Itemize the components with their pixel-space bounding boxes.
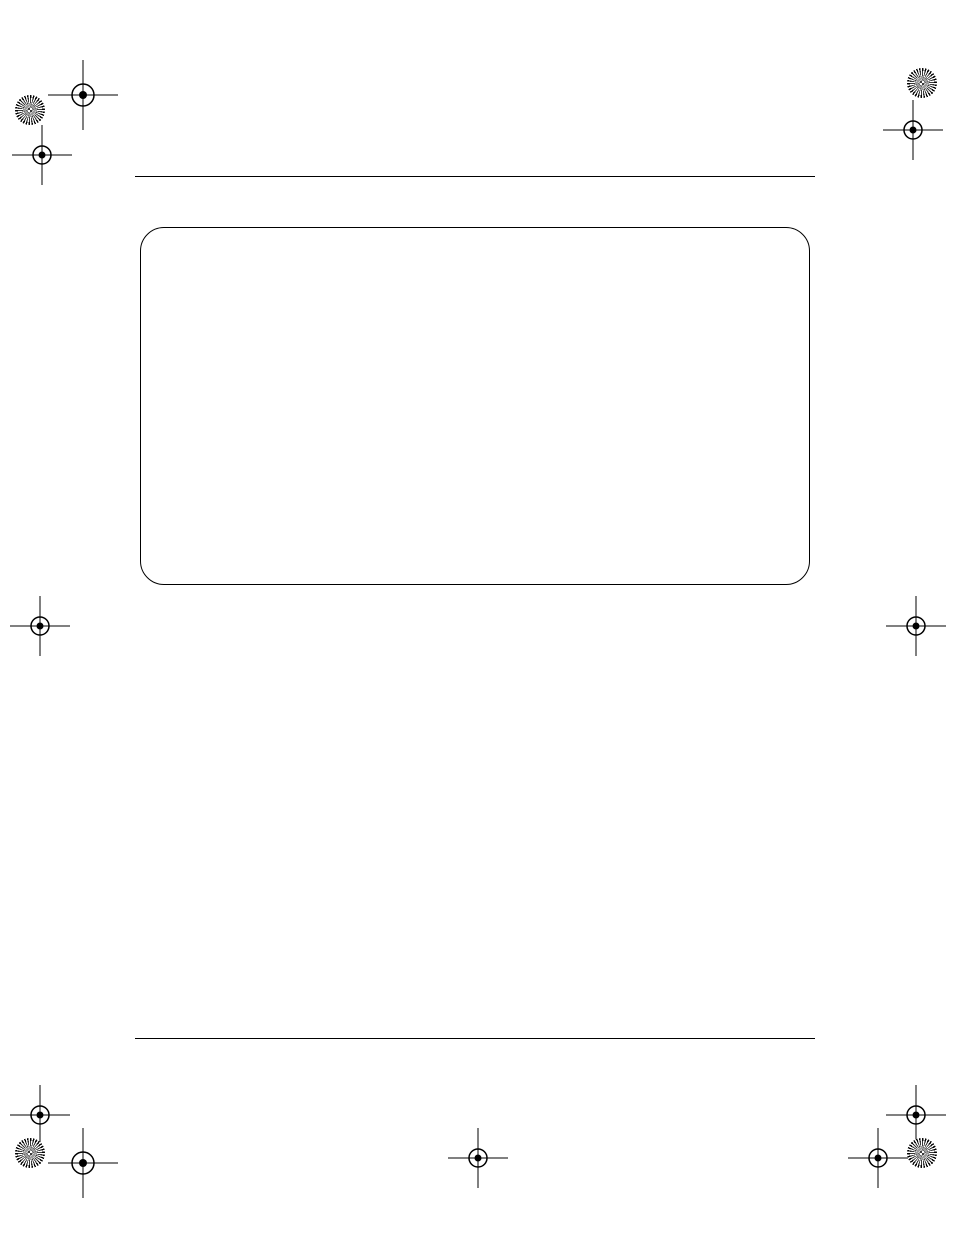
footer-rule [135,1038,815,1039]
content-panel [140,227,810,585]
registration-swirl-icon [15,1138,45,1168]
registration-swirl-icon [907,68,937,98]
registration-swirl-icon [907,1138,937,1168]
registration-mark-icon [12,125,72,185]
registration-mark-icon [883,100,943,160]
registration-mark-icon [48,60,118,130]
registration-mark-icon [10,596,70,656]
registration-mark-icon [848,1128,908,1188]
header-rule [135,176,815,177]
registration-swirl-icon [15,95,45,125]
registration-mark-icon [48,1128,118,1198]
registration-mark-icon [886,596,946,656]
registration-mark-icon [448,1128,508,1188]
